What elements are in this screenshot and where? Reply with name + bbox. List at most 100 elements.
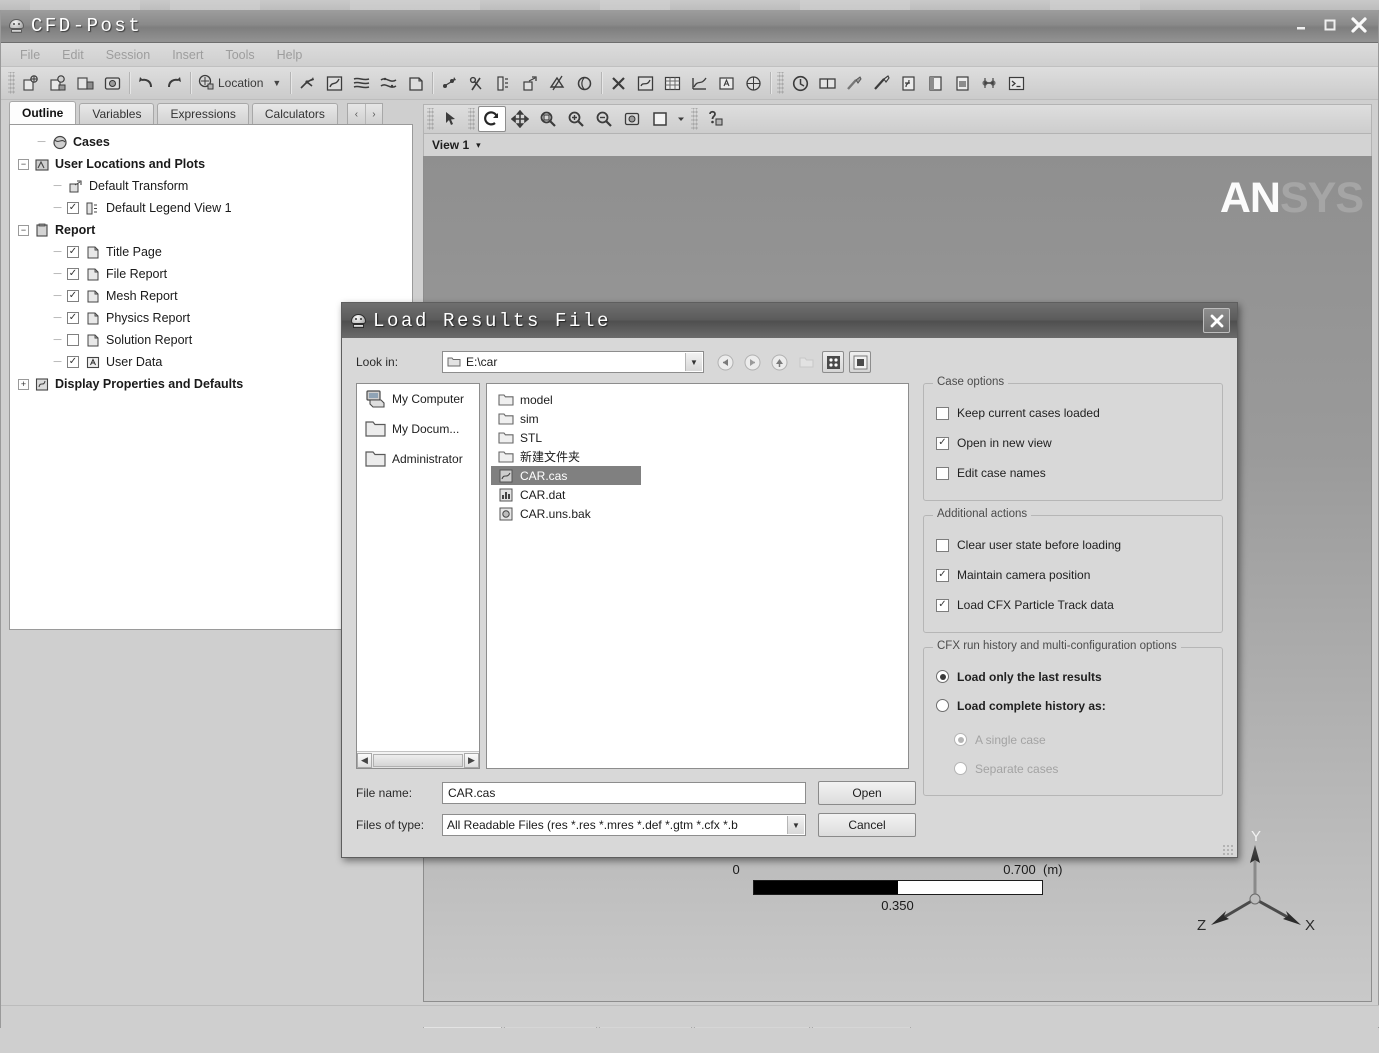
radio-unselected[interactable] xyxy=(936,699,949,712)
option-open-in-new-view[interactable]: ✓ Open in new view xyxy=(936,428,1210,458)
viewer-toolbar-grip[interactable] xyxy=(427,108,434,130)
save-state-icon[interactable] xyxy=(72,70,99,96)
file-list-item[interactable]: CAR.uns.bak xyxy=(491,504,904,523)
option-maintain-camera-position[interactable]: ✓ Maintain camera position xyxy=(936,560,1210,590)
checkbox-unchecked[interactable] xyxy=(936,538,949,552)
redo-icon[interactable] xyxy=(160,70,187,96)
tree-item-default-legend[interactable]: ─ ✓ Default Legend View 1 xyxy=(10,197,412,219)
sync-icon[interactable] xyxy=(976,70,1003,96)
calculator-icon[interactable] xyxy=(632,70,659,96)
tree-checkbox-unchecked[interactable] xyxy=(67,334,79,346)
scrollbar-thumb[interactable] xyxy=(373,753,463,767)
file-list-item[interactable]: 新建文件夹 xyxy=(491,447,904,466)
text-icon[interactable] xyxy=(713,70,740,96)
command-editor-icon[interactable] xyxy=(1003,70,1030,96)
zoom-box-icon[interactable] xyxy=(534,106,562,132)
location-dropdown[interactable]: Location xyxy=(194,73,266,94)
option-edit-case-names[interactable]: Edit case names xyxy=(936,458,1210,488)
option-keep-current-cases[interactable]: Keep current cases loaded xyxy=(936,398,1210,428)
radio-load-complete-history[interactable]: Load complete history as: xyxy=(936,691,1210,720)
volume-render-icon[interactable] xyxy=(402,70,429,96)
chart-icon[interactable] xyxy=(686,70,713,96)
streamline-icon[interactable] xyxy=(348,70,375,96)
zoom-out-icon[interactable] xyxy=(590,106,618,132)
tree-expander-plus-icon[interactable]: + xyxy=(18,378,29,390)
surface-group-icon[interactable] xyxy=(544,70,571,96)
look-in-combo[interactable]: E:\car ▼ xyxy=(442,351,704,373)
viewer-toolbar-grip[interactable] xyxy=(468,108,475,130)
toolbar-grip[interactable] xyxy=(777,72,785,94)
menu-insert[interactable]: Insert xyxy=(161,46,214,64)
snapshot-icon[interactable] xyxy=(99,70,126,96)
location-caret-icon[interactable]: ▼ xyxy=(266,78,287,88)
tree-item-report[interactable]: − Report xyxy=(10,219,412,241)
toolbar-grip[interactable] xyxy=(8,72,15,94)
tab-expressions[interactable]: Expressions xyxy=(157,103,249,124)
fit-view-icon[interactable] xyxy=(618,106,646,132)
isosurface-icon[interactable] xyxy=(571,70,598,96)
radio-load-only-last-results[interactable]: Load only the last results xyxy=(936,662,1210,691)
place-administrator[interactable]: Administrator xyxy=(357,444,479,474)
zoom-in-icon[interactable] xyxy=(562,106,590,132)
table-icon[interactable] xyxy=(659,70,686,96)
resize-grip[interactable] xyxy=(1222,844,1234,856)
clip-icon[interactable] xyxy=(463,70,490,96)
menu-file[interactable]: File xyxy=(9,46,51,64)
option-load-cfx-particle-track[interactable]: ✓ Load CFX Particle Track data xyxy=(936,590,1210,620)
tree-checkbox-checked[interactable]: ✓ xyxy=(67,268,79,280)
tree-checkbox-checked[interactable]: ✓ xyxy=(67,356,79,368)
tree-item-title-page[interactable]: ─ ✓ Title Page xyxy=(10,241,412,263)
file-list-item[interactable]: STL xyxy=(491,428,904,447)
report-icon[interactable] xyxy=(922,70,949,96)
scroll-right-icon[interactable]: ▶ xyxy=(464,752,479,768)
menu-session[interactable]: Session xyxy=(95,46,161,64)
select-icon[interactable] xyxy=(437,106,465,132)
legend-icon[interactable] xyxy=(490,70,517,96)
chevron-down-icon[interactable]: ▼ xyxy=(685,353,702,371)
radio-selected[interactable] xyxy=(936,670,949,683)
macro-icon[interactable] xyxy=(841,70,868,96)
tree-item-user-locations[interactable]: − User Locations and Plots xyxy=(10,153,412,175)
probe-icon[interactable] xyxy=(868,70,895,96)
undo-icon[interactable] xyxy=(133,70,160,96)
picker-help-icon[interactable] xyxy=(701,106,729,132)
tab-variables[interactable]: Variables xyxy=(79,103,155,124)
tree-expander-minus-icon[interactable]: − xyxy=(18,224,29,236)
point-icon[interactable] xyxy=(436,70,463,96)
timestep-icon[interactable] xyxy=(787,70,814,96)
forward-icon[interactable] xyxy=(741,351,763,373)
tree-checkbox-checked[interactable]: ✓ xyxy=(67,290,79,302)
list-view-icon[interactable] xyxy=(822,351,844,373)
checkbox-checked[interactable]: ✓ xyxy=(936,598,949,612)
render-mode-caret-icon[interactable] xyxy=(674,106,688,132)
file-list-item[interactable]: model xyxy=(491,390,904,409)
tab-calculators[interactable]: Calculators xyxy=(251,103,338,124)
cancel-button[interactable]: Cancel xyxy=(818,813,916,837)
checkbox-checked[interactable]: ✓ xyxy=(936,436,949,450)
up-icon[interactable] xyxy=(768,351,790,373)
chevron-down-icon[interactable]: ▼ xyxy=(787,816,804,834)
pan-icon[interactable] xyxy=(506,106,534,132)
load-results-icon[interactable] xyxy=(18,70,45,96)
view-caret-icon[interactable]: ▾ xyxy=(476,140,481,151)
new-folder-icon[interactable] xyxy=(795,351,817,373)
menu-edit[interactable]: Edit xyxy=(51,46,95,64)
file-list-item[interactable]: sim xyxy=(491,409,904,428)
minimize-icon[interactable] xyxy=(1288,13,1314,37)
open-button[interactable]: Open xyxy=(818,781,916,805)
coordinate-frame-icon[interactable] xyxy=(740,70,767,96)
menu-help[interactable]: Help xyxy=(266,46,314,64)
tabstrip-prev-icon[interactable]: ‹ xyxy=(348,104,365,124)
tree-item-default-transform[interactable]: ─ Default Transform xyxy=(10,175,412,197)
file-name-input[interactable]: CAR.cas xyxy=(442,782,806,804)
back-icon[interactable] xyxy=(714,351,736,373)
tree-checkbox-checked[interactable]: ✓ xyxy=(67,202,79,214)
animation-icon[interactable] xyxy=(814,70,841,96)
files-of-type-combo[interactable]: All Readable Files (res *.res *.mres *.d… xyxy=(442,814,806,836)
checkbox-checked[interactable]: ✓ xyxy=(936,568,949,582)
load-state-icon[interactable] xyxy=(45,70,72,96)
close-icon[interactable] xyxy=(1203,308,1230,333)
tab-outline[interactable]: Outline xyxy=(9,101,77,124)
places-horizontal-scrollbar[interactable]: ◀ ▶ xyxy=(357,751,479,768)
file-list-item[interactable]: CAR.dat xyxy=(491,485,904,504)
